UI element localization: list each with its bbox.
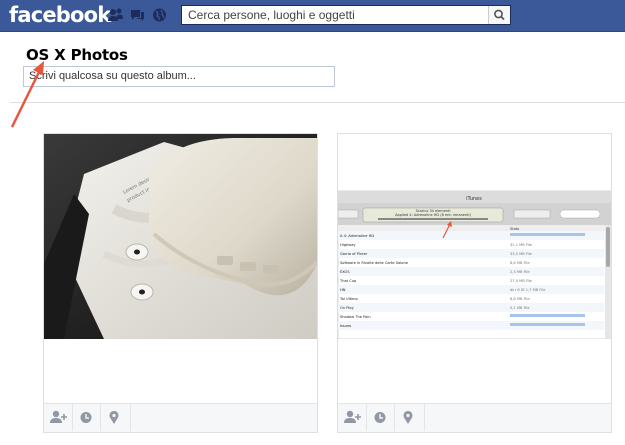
svg-text:Highway: Highway xyxy=(340,243,356,247)
date-icon xyxy=(80,412,92,423)
tag-person-button[interactable] xyxy=(338,404,367,431)
svg-text:Garrio of Pinter: Garrio of Pinter xyxy=(340,252,368,256)
svg-text:2,3 MB File: 2,3 MB File xyxy=(510,270,530,274)
annotation-arrow xyxy=(10,61,44,128)
svg-text:32,1 MB File: 32,1 MB File xyxy=(510,243,533,247)
svg-text:8,8 MB File: 8,8 MB File xyxy=(510,297,530,301)
tag-person-icon xyxy=(344,410,361,423)
top-bar: facebook xyxy=(0,0,625,32)
location-button[interactable] xyxy=(394,404,425,431)
svg-text:That Cup: That Cup xyxy=(339,279,357,283)
photo-itunes-screenshot[interactable]: iTunes Scarico 34 elementi Applied 4: Ad… xyxy=(338,134,611,339)
svg-text:EXOS: EXOS xyxy=(340,270,350,274)
svg-text:33,5 MB File: 33,5 MB File xyxy=(510,252,533,256)
svg-text:Issues: Issues xyxy=(340,324,351,328)
divider xyxy=(10,102,625,103)
svg-text:Applied 4: Adrenaline HD (8 mi: Applied 4: Adrenaline HD (8 min rimanent… xyxy=(395,213,471,217)
svg-text:A 4: Adrenaline HD: A 4: Adrenaline HD xyxy=(340,234,374,238)
notifications-icon[interactable] xyxy=(151,7,168,23)
date-button[interactable] xyxy=(366,404,395,431)
svg-text:8,6 MB File: 8,6 MB File xyxy=(510,261,530,265)
svg-text:Shadow The Pain: Shadow The Pain xyxy=(340,315,371,319)
date-button[interactable] xyxy=(72,404,101,431)
svg-text:dirr 8 ID 1,7 MB File: dirr 8 ID 1,7 MB File xyxy=(510,288,546,292)
svg-text:5,1 MB File: 5,1 MB File xyxy=(510,306,530,310)
svg-text:27,0 MB File: 27,0 MB File xyxy=(510,279,533,283)
tag-person-button[interactable] xyxy=(44,404,73,431)
search-button[interactable] xyxy=(488,6,510,24)
photo-earpods[interactable]: Lorem design description text product in… xyxy=(44,134,317,339)
svg-text:iTunes: iTunes xyxy=(466,196,482,202)
location-icon xyxy=(109,410,119,424)
location-button[interactable] xyxy=(100,404,131,431)
tag-person-icon xyxy=(50,410,67,423)
svg-text:Stato: Stato xyxy=(510,227,519,231)
date-icon xyxy=(374,412,386,423)
search-box[interactable] xyxy=(181,5,511,25)
photo-card-itunes[interactable]: iTunes Scarico 34 elementi Applied 4: Ad… xyxy=(337,133,612,433)
photo-actions xyxy=(338,403,611,432)
svg-text:Software in Rivolte delle Cart: Software in Rivolte delle Carte Salone xyxy=(340,261,409,265)
photo-actions xyxy=(44,403,317,432)
photo-card-earpods[interactable]: Lorem design description text product in… xyxy=(43,133,318,433)
messages-icon[interactable] xyxy=(129,7,146,23)
svg-text:HN: HN xyxy=(340,288,346,292)
album-description-field[interactable]: Scrivi qualcosa su questo album... xyxy=(23,66,335,87)
search-input[interactable] xyxy=(182,6,488,24)
location-icon xyxy=(403,410,413,424)
search-icon xyxy=(494,9,505,21)
friend-requests-icon[interactable] xyxy=(107,7,124,23)
svg-text:Tal Ultimo: Tal Ultimo xyxy=(339,297,358,301)
svg-text:On Play: On Play xyxy=(340,306,355,310)
